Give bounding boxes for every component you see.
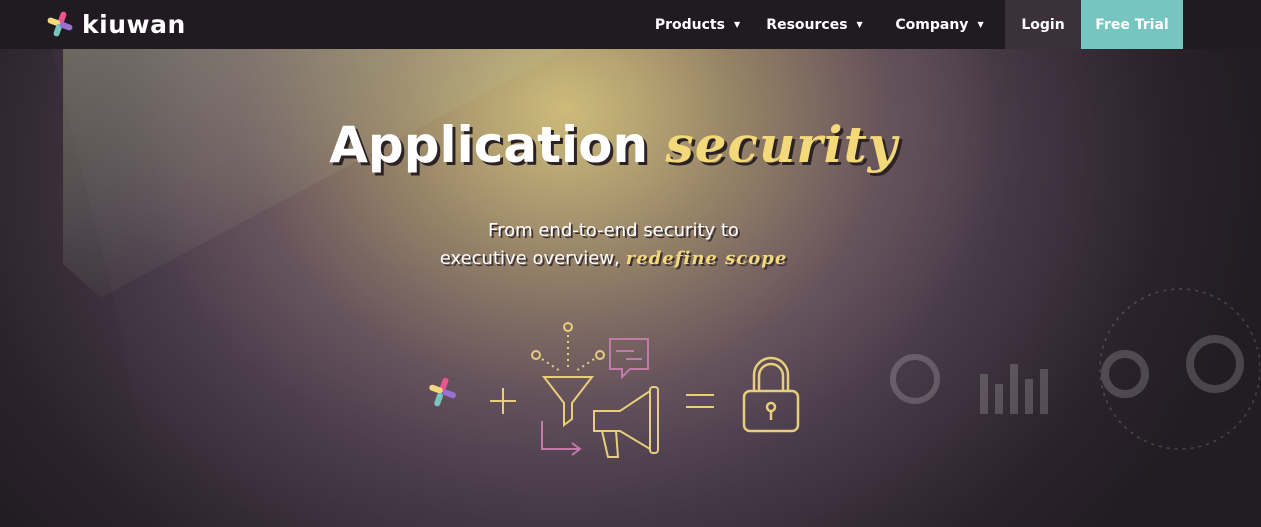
kiuwan-logo-icon xyxy=(47,11,73,37)
nav-company-label: Company xyxy=(895,16,969,33)
nav-products-label: Products xyxy=(654,16,725,33)
data-sources-icon xyxy=(531,322,605,372)
free-trial-button[interactable]: Free Trial xyxy=(1081,0,1183,49)
nav-resources-label: Resources xyxy=(766,16,848,33)
main-nav: Products ▼ Resources ▼ Company ▼ Login F… xyxy=(640,0,1183,49)
chat-bubble-icon xyxy=(609,338,649,380)
login-button[interactable]: Login xyxy=(1005,0,1081,49)
equals-icon xyxy=(686,394,714,408)
hero-subtitle-line1: From end-to-end security to xyxy=(488,220,739,241)
caret-down-icon: ▼ xyxy=(977,20,984,29)
top-navbar: kiuwan Products ▼ Resources ▼ Company ▼ … xyxy=(0,0,1261,49)
hero-title-accent: security xyxy=(665,115,898,174)
caret-down-icon: ▼ xyxy=(733,20,741,29)
kiuwan-logo-icon xyxy=(429,377,456,407)
hero-section: Application security From end-to-end sec… xyxy=(0,49,1261,527)
hero-subtitle-line2: executive overview, xyxy=(439,248,620,269)
arrow-icon xyxy=(541,421,582,456)
caret-down-icon: ▼ xyxy=(856,20,863,29)
megaphone-icon xyxy=(593,386,659,458)
hero-title: Application security xyxy=(0,115,1244,185)
brand-logo[interactable]: kiuwan xyxy=(44,8,186,40)
plus-icon xyxy=(490,388,516,414)
nav-products[interactable]: Products ▼ xyxy=(640,0,755,49)
hero-subtitle-accent: redefine scope xyxy=(625,248,788,269)
hero-title-main: Application xyxy=(329,116,649,174)
nav-resources[interactable]: Resources ▼ xyxy=(755,0,874,49)
hero-subtitle: From end-to-end security to executive ov… xyxy=(0,217,1244,273)
funnel-icon xyxy=(541,376,595,427)
padlock-icon xyxy=(742,356,800,433)
nav-company[interactable]: Company ▼ xyxy=(874,0,1005,49)
brand-name: kiuwan xyxy=(82,9,186,39)
security-equation-illustration xyxy=(429,322,800,458)
background-dashboard-decoration xyxy=(890,288,1260,450)
hero-subtitle-line2-wrap: executive overview, redefine scope xyxy=(0,245,1244,273)
